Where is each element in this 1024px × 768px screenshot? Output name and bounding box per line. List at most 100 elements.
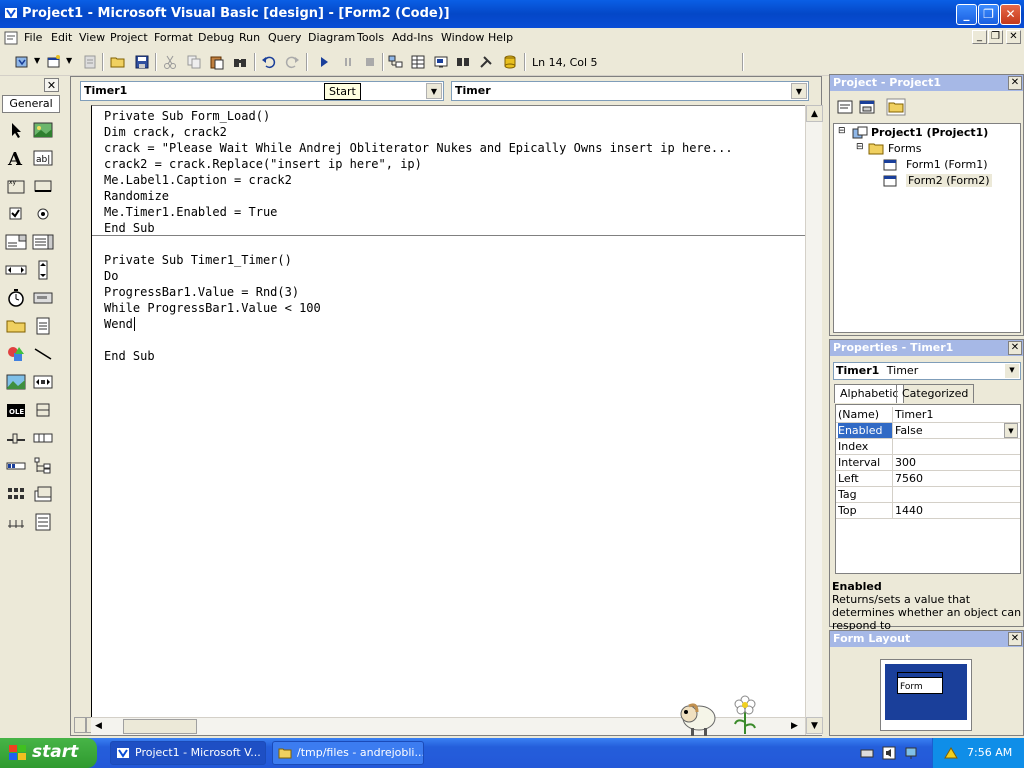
form-layout-close-button[interactable]: ✕ bbox=[1008, 632, 1022, 646]
scroll-down-icon[interactable]: ▼ bbox=[806, 717, 823, 734]
slider-icon[interactable] bbox=[5, 428, 27, 448]
property-row[interactable]: Interval 300 bbox=[836, 455, 1020, 471]
treeview-icon[interactable] bbox=[32, 456, 54, 476]
menu-edit[interactable]: Edit bbox=[51, 31, 72, 44]
view-code-icon[interactable] bbox=[836, 99, 854, 115]
keyboard-tray-icon[interactable] bbox=[860, 746, 874, 760]
dirlistbox-icon[interactable] bbox=[5, 316, 27, 336]
mdi-minimize-button[interactable]: _ bbox=[972, 30, 987, 44]
menu-run[interactable]: Run bbox=[239, 31, 260, 44]
form-layout-title-bar[interactable]: Form Layout ✕ bbox=[830, 631, 1023, 647]
break-icon[interactable] bbox=[340, 54, 356, 70]
procedure-combo-arrow-icon[interactable]: ▼ bbox=[791, 83, 807, 99]
property-row[interactable]: Tag bbox=[836, 487, 1020, 503]
textbox-icon[interactable]: ab| bbox=[32, 148, 54, 168]
procedure-combo[interactable]: Timer ▼ bbox=[451, 81, 809, 101]
horizontal-scroll-thumb[interactable] bbox=[123, 719, 197, 734]
menu-project[interactable]: Project bbox=[110, 31, 148, 44]
start-run-icon[interactable] bbox=[316, 54, 332, 70]
picturebox-icon[interactable] bbox=[32, 120, 54, 140]
taskbar-vb-button[interactable]: Project1 - Microsoft V... bbox=[110, 741, 266, 765]
network-tray-icon[interactable] bbox=[904, 746, 918, 760]
tree-collapse-root-icon[interactable]: ⊟ bbox=[838, 126, 846, 136]
property-row[interactable]: Left 7560 bbox=[836, 471, 1020, 487]
tab-categorized[interactable]: Categorized bbox=[896, 384, 975, 403]
save-project-icon[interactable] bbox=[134, 54, 150, 70]
listbox-icon[interactable] bbox=[32, 232, 54, 252]
tree-forms-folder[interactable]: Forms bbox=[888, 142, 921, 155]
image-icon[interactable] bbox=[5, 372, 27, 392]
tray-app-icon[interactable] bbox=[943, 746, 959, 760]
toolbox-close-button[interactable]: ✕ bbox=[44, 78, 59, 92]
project-explorer-title-bar[interactable]: Project - Project1 ✕ bbox=[830, 75, 1023, 91]
combobox-icon[interactable] bbox=[5, 232, 27, 252]
statusbar-icon[interactable] bbox=[5, 512, 27, 532]
menu-add-ins[interactable]: Add-Ins bbox=[392, 31, 433, 44]
filelistbox-icon[interactable] bbox=[32, 316, 54, 336]
label-icon[interactable]: A bbox=[5, 148, 27, 168]
object-browser-icon[interactable] bbox=[455, 54, 471, 70]
pointer-icon[interactable] bbox=[5, 120, 27, 140]
updown-icon[interactable] bbox=[32, 400, 54, 420]
minimize-button[interactable]: _ bbox=[956, 4, 977, 25]
properties-title-bar[interactable]: Properties - Timer1 ✕ bbox=[830, 340, 1023, 356]
cut-icon[interactable] bbox=[162, 54, 178, 70]
timer-icon[interactable] bbox=[5, 288, 27, 308]
tree-form1[interactable]: Form1 (Form1) bbox=[906, 158, 988, 171]
listview-icon[interactable] bbox=[5, 484, 27, 504]
tree-collapse-forms-icon[interactable]: ⊟ bbox=[856, 142, 864, 152]
property-row[interactable]: Index bbox=[836, 439, 1020, 455]
paste-icon[interactable] bbox=[209, 54, 225, 70]
close-button[interactable]: ✕ bbox=[1000, 4, 1021, 25]
mdi-close-button[interactable]: ✕ bbox=[1006, 30, 1021, 44]
line-icon[interactable] bbox=[32, 344, 54, 364]
tree-project-root[interactable]: Project1 (Project1) bbox=[871, 126, 988, 139]
menu-help[interactable]: Help bbox=[488, 31, 513, 44]
menu-window[interactable]: Window bbox=[441, 31, 484, 44]
end-icon[interactable] bbox=[362, 54, 378, 70]
menu-editor-icon[interactable] bbox=[82, 54, 98, 70]
property-row[interactable]: Enabled False ▼ bbox=[836, 423, 1020, 439]
menu-file[interactable]: File bbox=[24, 31, 42, 44]
add-project-icon[interactable] bbox=[14, 54, 30, 70]
toolbox-icon[interactable] bbox=[478, 54, 494, 70]
form-layout-icon[interactable] bbox=[433, 54, 449, 70]
form-layout-form-preview[interactable]: Form bbox=[897, 672, 943, 694]
checkbox-icon[interactable] bbox=[5, 204, 27, 224]
menu-query[interactable]: Query bbox=[268, 31, 301, 44]
copy-icon[interactable] bbox=[186, 54, 202, 70]
vscrollbar-icon[interactable] bbox=[32, 260, 54, 280]
view-object-icon[interactable] bbox=[858, 99, 876, 115]
scroll-left-icon[interactable]: ◀ bbox=[95, 721, 102, 731]
shape-icon[interactable] bbox=[5, 344, 27, 364]
scroll-up-icon[interactable]: ▲ bbox=[806, 105, 823, 122]
optionbutton-icon[interactable] bbox=[32, 204, 54, 224]
object-combo-arrow-icon[interactable]: ▼ bbox=[426, 83, 442, 99]
progressbar-icon[interactable] bbox=[5, 456, 27, 476]
vertical-scrollbar[interactable]: ▲ ▼ bbox=[805, 105, 823, 735]
redo-icon[interactable] bbox=[284, 54, 300, 70]
open-project-icon[interactable] bbox=[110, 54, 126, 70]
scroll-right-icon[interactable]: ▶ bbox=[791, 721, 798, 731]
tree-form2[interactable]: Form2 (Form2) bbox=[906, 174, 992, 187]
mdi-restore-button[interactable]: ❐ bbox=[988, 30, 1003, 44]
data-control-icon[interactable] bbox=[32, 372, 54, 392]
commandbutton-icon[interactable] bbox=[32, 176, 54, 196]
add-project-dropdown-icon[interactable]: ▼ bbox=[34, 56, 40, 65]
frame-icon[interactable]: xy bbox=[5, 176, 27, 196]
volume-tray-icon[interactable] bbox=[882, 746, 896, 760]
toggle-folders-icon[interactable] bbox=[886, 98, 906, 116]
data-view-icon[interactable] bbox=[502, 54, 518, 70]
property-row[interactable]: Top 1440 bbox=[836, 503, 1020, 519]
properties-object-combo-arrow-icon[interactable]: ▼ bbox=[1005, 364, 1019, 378]
drivelistbox-icon[interactable] bbox=[32, 288, 54, 308]
tabstrip-icon[interactable] bbox=[32, 484, 54, 504]
add-form-icon[interactable] bbox=[46, 54, 62, 70]
clock[interactable]: 7:56 AM bbox=[967, 746, 1012, 759]
code-window-icon[interactable] bbox=[4, 31, 18, 45]
procedure-view-button[interactable] bbox=[74, 717, 86, 733]
project-explorer-close-button[interactable]: ✕ bbox=[1008, 76, 1022, 90]
taskbar-files-button[interactable]: /tmp/files - andrejobli... bbox=[272, 741, 424, 765]
toolbar-control-icon[interactable] bbox=[32, 428, 54, 448]
horizontal-scrollbar[interactable]: ◀ ▶ bbox=[91, 695, 805, 736]
